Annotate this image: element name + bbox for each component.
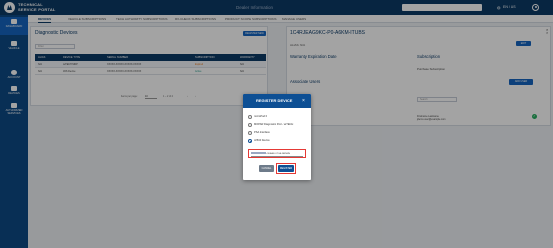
option-label: MOPAR Diagnostic Pod - wiTECH: [254, 123, 294, 126]
serial-number-field-highlight: -CERAN-OTGE-NNNNN: [248, 149, 306, 158]
serial-number-value: -CERAN-OTGE-NNNNN: [266, 152, 290, 155]
radio-button[interactable]: [248, 131, 252, 135]
radio-button[interactable]: [248, 123, 252, 127]
dialog-title: REGISTER DEVICE: [256, 98, 293, 103]
option-label: microPod II: [254, 115, 268, 118]
register-device-dialog: REGISTER DEVICE × microPod II MOPAR Diag…: [243, 94, 311, 180]
radio-button-selected[interactable]: [248, 139, 252, 143]
close-icon[interactable]: ×: [302, 94, 305, 108]
redacted-serial-prefix: [251, 151, 266, 154]
register-button[interactable]: REGISTER: [278, 165, 294, 172]
serial-number-input[interactable]: -CERAN-OTGE-NNNNN: [251, 151, 290, 155]
radio-button[interactable]: [248, 115, 252, 119]
option-label: J2534 Device: [254, 139, 270, 142]
option-label: PSA Interface: [254, 131, 270, 134]
cancel-button[interactable]: CANCEL: [259, 165, 274, 172]
dialog-header: REGISTER DEVICE ×: [243, 94, 311, 108]
